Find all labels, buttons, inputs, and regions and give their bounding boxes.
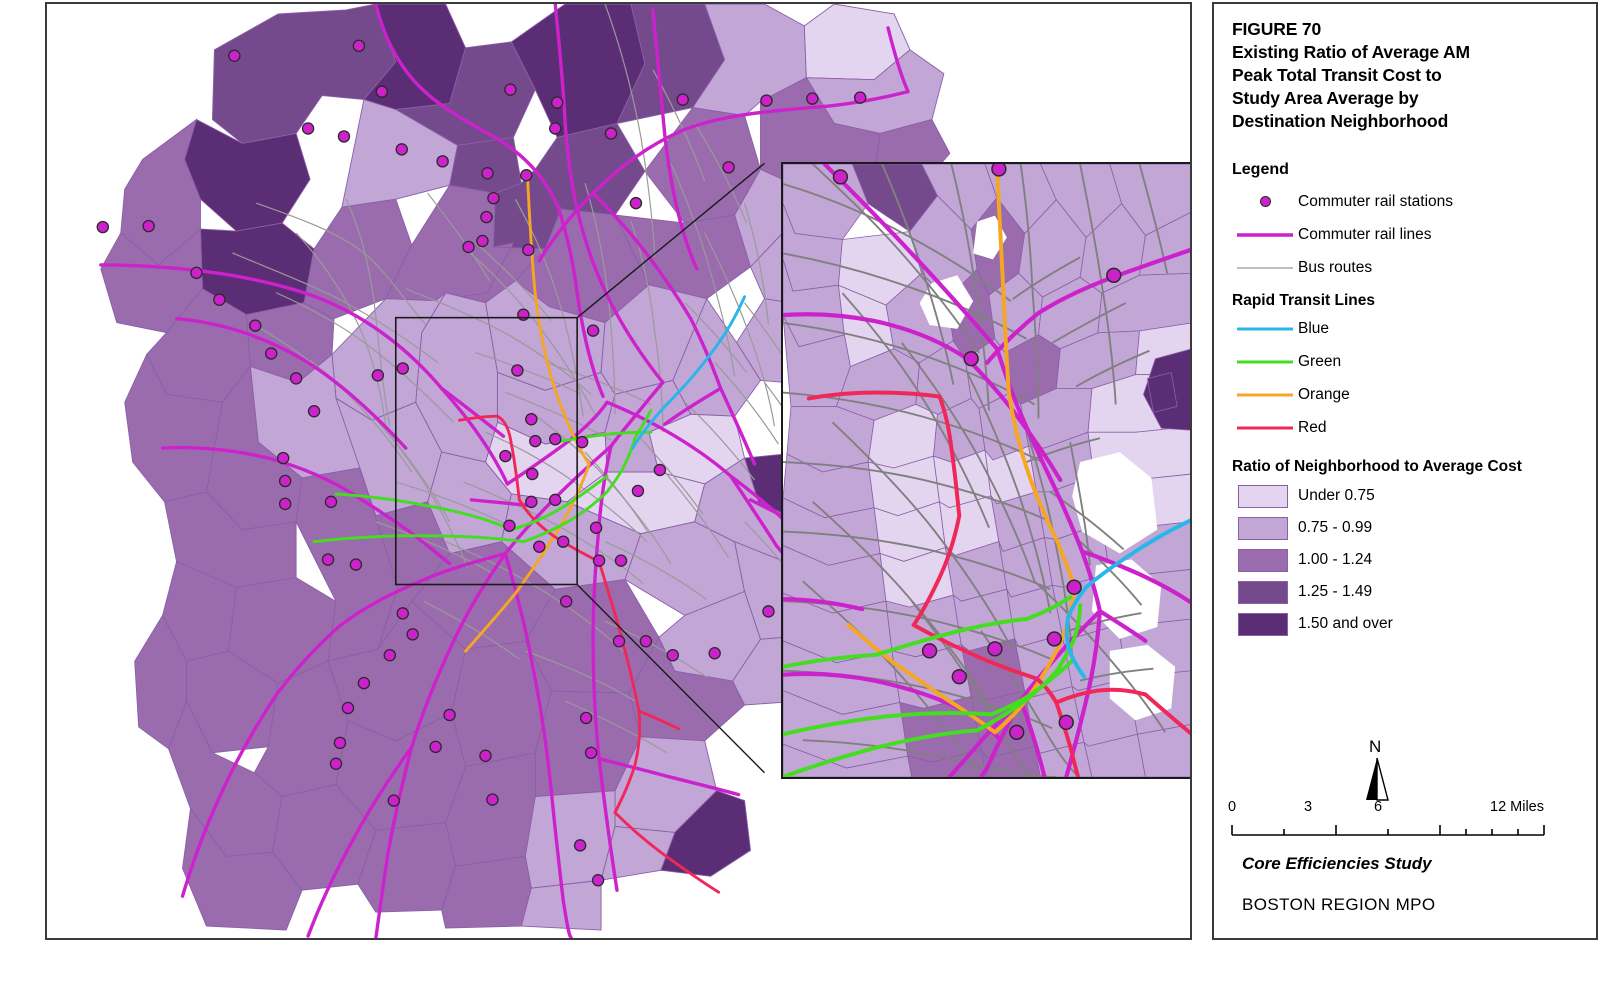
legend-label-orange-line: Orange [1298,385,1350,403]
red-line-icon [1232,424,1298,432]
inset-map-graphic[interactable] [783,164,1192,777]
scale-tick-6: 6 [1374,799,1383,815]
figure-page: FIGURE 70 Existing Ratio of Average AM P… [0,0,1600,1007]
north-letter: N [1369,737,1382,756]
scale-tick-0: 0 [1228,799,1237,815]
legend-label-red-line: Red [1298,418,1327,436]
legend-label-green-line: Green [1298,352,1342,370]
legend-class-125-149: 1.25 - 1.49 [1232,576,1578,608]
legend-label-bus-routes: Bus routes [1298,258,1373,276]
legend-class-label-3: 1.25 - 1.49 [1298,583,1373,601]
main-map-panel[interactable] [45,2,1192,940]
scale-bar: 0 3 6 12 Miles [1222,799,1582,845]
legend-label-blue-line: Blue [1298,319,1330,337]
swatch-125-149 [1232,580,1298,604]
legend-label-commuter-rail-lines: Commuter rail lines [1298,225,1432,243]
inset-detail-map[interactable] [781,162,1192,779]
orange-line-icon [1232,391,1298,399]
legend-item-commuter-rail-stations: Commuter rail stations [1232,185,1578,218]
scale-tick-12: 12 Miles [1490,799,1544,815]
legend-item-red-line: Red [1232,411,1578,444]
figure-title-line-1: Existing Ratio of Average AM [1232,42,1470,63]
commuter-rail-station-icon [1232,196,1298,208]
legend-item-bus-routes: Bus routes [1232,251,1578,284]
agency-name: BOSTON REGION MPO [1242,895,1436,914]
figure-title-line-4: Destination Neighborhood [1232,111,1449,132]
green-line-icon [1232,358,1298,366]
swatch-under-075 [1232,484,1298,508]
legend-class-under-075: Under 0.75 [1232,480,1578,512]
figure-title-line-3: Study Area Average by [1232,88,1419,109]
legend-class-150-over: 1.50 and over [1232,608,1578,640]
legend-label-commuter-rail-stations: Commuter rail stations [1298,192,1454,210]
legend-class-label-0: Under 0.75 [1298,487,1375,505]
scale-bar-graphic [1231,825,1545,836]
legend-class-label-2: 1.00 - 1.24 [1298,551,1373,569]
study-name: Core Efficiencies Study [1242,854,1432,873]
rapid-transit-heading: Rapid Transit Lines [1232,292,1375,310]
blue-line-icon [1232,325,1298,333]
swatch-150-over [1232,612,1298,636]
figure-number: FIGURE 70 [1232,19,1322,39]
swatch-100-124 [1232,548,1298,572]
legend-item-blue-line: Blue [1232,312,1578,345]
legend-class-label-4: 1.50 and over [1298,615,1393,633]
swatch-075-099 [1232,516,1298,540]
commuter-rail-line-icon [1232,231,1298,239]
legend-class-label-1: 0.75 - 0.99 [1298,519,1373,537]
figure-title-line-2: Peak Total Transit Cost to [1232,65,1442,86]
legend-item-commuter-rail-lines: Commuter rail lines [1232,218,1578,251]
classification-heading: Ratio of Neighborhood to Average Cost [1232,458,1522,476]
legend-heading: Legend [1232,161,1289,179]
legend-item-orange-line: Orange [1232,378,1578,411]
scale-tick-3: 3 [1304,799,1313,815]
legend-item-green-line: Green [1232,345,1578,378]
legend-class-075-099: 0.75 - 0.99 [1232,512,1578,544]
legend-panel: FIGURE 70 Existing Ratio of Average AM P… [1212,2,1598,940]
legend-class-100-124: 1.00 - 1.24 [1232,544,1578,576]
figure-title-block: FIGURE 70 Existing Ratio of Average AM P… [1232,18,1578,133]
north-arrow-icon [1366,757,1389,801]
bus-route-line-icon [1232,264,1298,272]
